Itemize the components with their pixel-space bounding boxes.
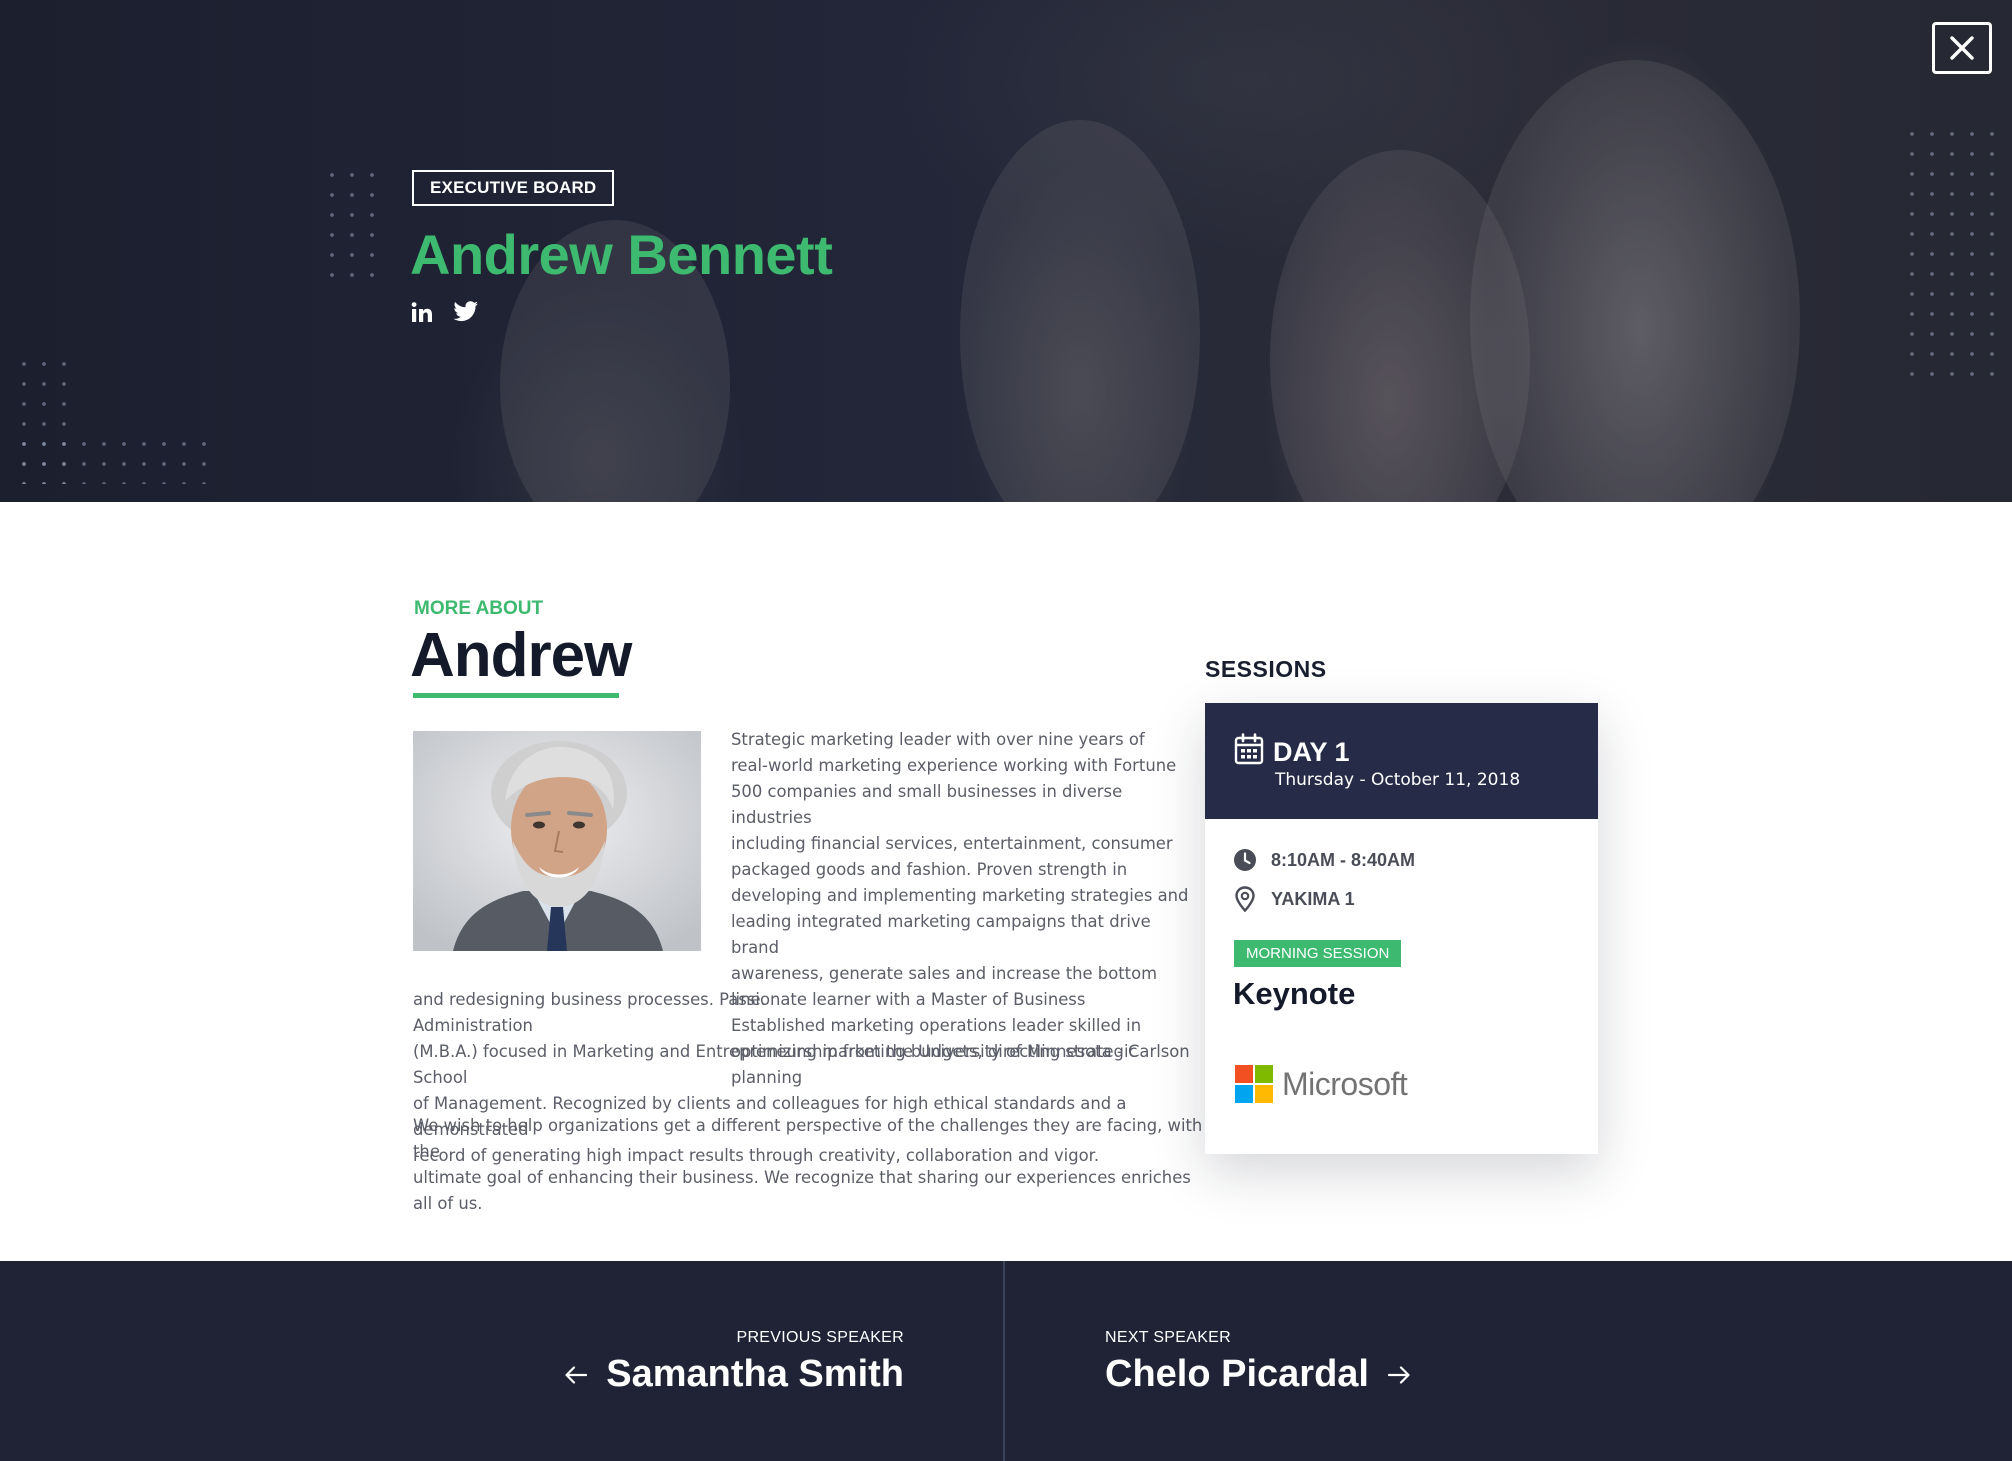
bio-line: 500 companies and small businesses in di…: [731, 782, 1123, 827]
sponsor-logo[interactable]: Microsoft: [1235, 1065, 1408, 1103]
sponsor-name: Microsoft: [1282, 1065, 1408, 1102]
section-eyebrow: MORE ABOUT: [414, 598, 544, 619]
session-time: 8:10AM - 8:40AM: [1271, 849, 1416, 870]
microsoft-logo: [1235, 1065, 1273, 1103]
close-icon: [1950, 36, 1974, 60]
previous-speaker-link[interactable]: PREVIOUS SPEAKER Samantha Smith: [564, 1329, 904, 1396]
linkedin-icon: [411, 302, 432, 322]
bio-line: including financial services, entertainm…: [731, 834, 1173, 853]
session-tag: MORNING SESSION: [1234, 940, 1402, 967]
bio-line: packaged goods and fashion. Proven stren…: [731, 860, 1128, 879]
speaker-navigation: PREVIOUS SPEAKER Samantha Smith NEXT SPE…: [0, 1261, 2012, 1461]
category-badge: EXECUTIVE BOARD: [412, 170, 615, 206]
bio-line: and redesigning business processes. Pass…: [413, 990, 1086, 1035]
session-location: YAKIMA 1: [1271, 888, 1355, 909]
session-title[interactable]: Keynote: [1233, 976, 1355, 1012]
speaker-name: Andrew Bennett: [410, 223, 833, 286]
next-speaker-name: Chelo Picardal: [1105, 1353, 1369, 1395]
bio-line: ultimate goal of enhancing their busines…: [413, 1168, 1191, 1213]
dot-pattern: [14, 434, 208, 484]
clock-icon: [1234, 849, 1256, 871]
twitter-link[interactable]: [452, 298, 480, 326]
dot-pattern: [1902, 124, 1994, 386]
linkedin-link[interactable]: [408, 298, 436, 326]
close-button[interactable]: [1932, 22, 1992, 74]
session-day-header: DAY 1 Thursday - October 11, 2018: [1205, 703, 1598, 819]
session-card[interactable]: DAY 1 Thursday - October 11, 2018 8:10AM…: [1205, 703, 1598, 1154]
previous-speaker-name: Samantha Smith: [606, 1353, 904, 1395]
bio-line: developing and implementing marketing st…: [731, 886, 1189, 905]
bio-line: (M.B.A.) focused in Marketing and Entrep…: [413, 1042, 1190, 1087]
twitter-icon: [453, 301, 478, 322]
nav-divider: [1003, 1261, 1005, 1461]
sessions-heading: SESSIONS: [1205, 656, 1327, 682]
hero-banner: EXECUTIVE BOARD Andrew Bennett: [0, 0, 2012, 502]
calendar-icon: [1234, 733, 1264, 765]
location-pin-icon: [1235, 886, 1255, 912]
arrow-right-icon: [1387, 1365, 1410, 1384]
heading-underline: [413, 693, 619, 698]
previous-speaker-caption: PREVIOUS SPEAKER: [736, 1329, 904, 1346]
arrow-left-icon: [565, 1365, 588, 1384]
session-time-row: 8:10AM - 8:40AM: [1233, 848, 1415, 872]
bio-line: real-world marketing experience working …: [731, 756, 1177, 775]
session-location-row: YAKIMA 1: [1233, 886, 1355, 912]
session-day: DAY 1: [1273, 737, 1350, 767]
bio-line: leading integrated marketing campaigns t…: [731, 912, 1151, 957]
background-photo-figure: [960, 120, 1200, 502]
speaker-first-name: Andrew: [410, 621, 632, 690]
dot-pattern: [322, 165, 374, 277]
next-speaker-caption: NEXT SPEAKER: [1105, 1329, 1232, 1346]
next-speaker-link[interactable]: NEXT SPEAKER Chelo Picardal: [1105, 1329, 1411, 1396]
speaker-portrait: [413, 731, 701, 951]
bio-line: Strategic marketing leader with over nin…: [731, 730, 1145, 749]
session-date: Thursday - October 11, 2018: [1275, 770, 1521, 790]
bio-line: We wish to help organizations get a diff…: [413, 1116, 1203, 1161]
bio-paragraph-2: We wish to help organizations get a diff…: [413, 1113, 1203, 1217]
